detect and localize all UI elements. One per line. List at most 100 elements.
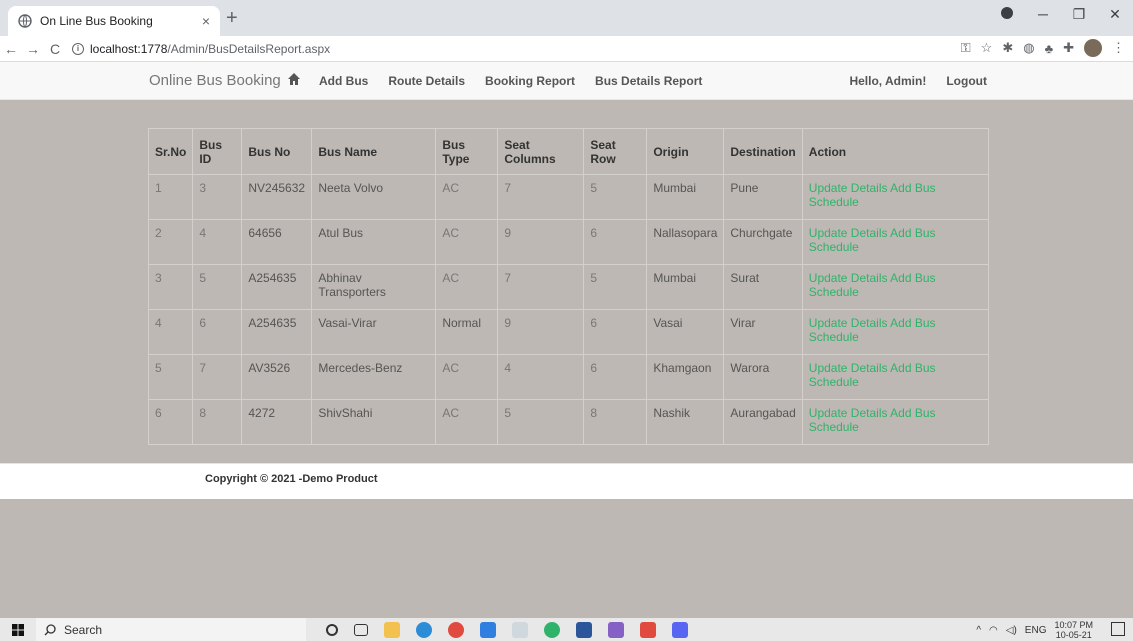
update-details-link[interactable]: Update Details <box>809 316 888 330</box>
cell-sr-no: 3 <box>147 264 194 310</box>
star-icon[interactable]: ☆ <box>981 40 993 56</box>
dropbox-icon[interactable] <box>480 621 496 638</box>
cell-bus-name: Neeta Volvo <box>311 174 437 220</box>
table-row: 1 3 NV245632 Neeta Volvo AC 7 5 Mumbai P… <box>147 174 990 220</box>
wifi-icon[interactable]: ◠ <box>989 625 998 636</box>
task-view-icon[interactable] <box>354 623 368 636</box>
cell-action: Update Details Add Bus Schedule <box>801 399 990 445</box>
taskbar-apps <box>326 621 688 638</box>
amazon-icon[interactable] <box>512 621 528 638</box>
file-explorer-icon[interactable] <box>384 621 400 638</box>
update-details-link[interactable]: Update Details <box>809 406 888 420</box>
search-label: Search <box>64 622 103 637</box>
cell-seat-columns: 7 <box>497 264 585 310</box>
clock[interactable]: 10:07 PM 10-05-21 <box>1054 620 1093 640</box>
cell-destination: Warora <box>723 354 803 400</box>
cell-bus-no: 64656 <box>241 219 313 265</box>
page-footer: Copyright © 2021 -Demo Product <box>0 463 1133 499</box>
language-indicator[interactable]: ENG <box>1025 625 1047 636</box>
edge-icon[interactable] <box>416 621 432 638</box>
cell-action: Update Details Add Bus Schedule <box>801 309 990 355</box>
git-icon[interactable] <box>640 621 656 638</box>
header-seat-columns: Seat Columns <box>497 128 585 175</box>
url-field[interactable]: i localhost:1778/Admin/BusDetailsReport.… <box>72 42 330 56</box>
bus-details-table: Sr.No Bus ID Bus No Bus Name Bus Type Se… <box>147 128 990 445</box>
cell-origin: Mumbai <box>646 264 725 310</box>
nav-add-bus[interactable]: Add Bus <box>319 74 368 88</box>
header-bus-id: Bus ID <box>192 128 243 175</box>
update-details-link[interactable]: Update Details <box>809 271 888 285</box>
word-icon[interactable] <box>576 621 592 638</box>
chevron-up-icon[interactable]: ^ <box>976 625 981 636</box>
browser-tab-bar: On Line Bus Booking × + ─ ❐ ✕ <box>0 0 1133 36</box>
update-details-link[interactable]: Update Details <box>809 226 888 240</box>
cell-seat-row: 5 <box>583 174 648 220</box>
menu-dots-icon[interactable]: ⋮ <box>1112 40 1125 56</box>
app-navbar: Online Bus Booking Add Bus Route Details… <box>0 62 1133 100</box>
nav-links: Add Bus Route Details Booking Report Bus… <box>319 74 722 88</box>
update-details-link[interactable]: Update Details <box>809 181 888 195</box>
extension-green-icon[interactable]: ♣ <box>1045 41 1054 56</box>
nav-booking-report[interactable]: Booking Report <box>485 74 575 88</box>
cell-sr-no: 4 <box>147 309 194 355</box>
windows-start-button[interactable] <box>0 618 36 641</box>
cell-destination: Virar <box>723 309 803 355</box>
url-path: /Admin/BusDetailsReport.aspx <box>167 41 331 56</box>
forward-icon[interactable]: → <box>22 41 44 57</box>
cell-origin: Khamgaon <box>646 354 725 400</box>
nav-bus-details-report[interactable]: Bus Details Report <box>595 74 702 88</box>
cell-origin: Nashik <box>646 399 725 445</box>
cortana-icon[interactable] <box>326 623 338 636</box>
header-action: Action <box>801 128 990 175</box>
cell-bus-no: AV3526 <box>241 354 313 400</box>
nav-user-area: Hello, Admin! Logout <box>829 74 987 88</box>
cell-action: Update Details Add Bus Schedule <box>801 174 990 220</box>
chrome-icon[interactable] <box>448 621 464 638</box>
extension-bug-icon[interactable]: ✱ <box>1002 40 1013 56</box>
clock-date: 10-05-21 <box>1055 630 1092 640</box>
table-row: 3 5 A254635 Abhinav Transporters AC 7 5 … <box>147 264 990 310</box>
reload-icon[interactable]: C <box>44 41 66 57</box>
cell-bus-id: 3 <box>192 174 243 220</box>
cell-bus-name: Abhinav Transporters <box>311 264 437 310</box>
info-icon[interactable]: i <box>72 42 84 55</box>
cell-seat-row: 6 <box>583 219 648 265</box>
cell-bus-id: 8 <box>192 399 243 445</box>
cell-destination: Churchgate <box>723 219 803 265</box>
profile-icon[interactable] <box>989 6 1025 22</box>
update-details-link[interactable]: Update Details <box>809 361 888 375</box>
chat-app-icon[interactable] <box>544 621 560 638</box>
cell-bus-no: A254635 <box>241 264 313 310</box>
minimize-icon[interactable]: ─ <box>1025 6 1061 22</box>
cell-seat-columns: 7 <box>497 174 585 220</box>
volume-icon[interactable]: ◁) <box>1006 625 1017 636</box>
notification-icon[interactable] <box>1111 622 1125 636</box>
cell-seat-row: 6 <box>583 309 648 355</box>
cell-seat-columns: 9 <box>497 309 585 355</box>
header-bus-name: Bus Name <box>311 128 437 175</box>
greeting-link[interactable]: Hello, Admin! <box>849 74 926 88</box>
key-icon[interactable]: ⚿ <box>961 40 971 56</box>
user-avatar[interactable] <box>1084 39 1102 57</box>
cell-seat-columns: 9 <box>497 219 585 265</box>
taskbar-search[interactable]: Search <box>36 618 306 641</box>
discord-icon[interactable] <box>672 621 688 638</box>
puzzle-icon[interactable]: ✚ <box>1063 40 1074 56</box>
cell-action: Update Details Add Bus Schedule <box>801 219 990 265</box>
back-icon[interactable]: ← <box>0 41 22 57</box>
search-icon <box>44 623 56 635</box>
close-window-icon[interactable]: ✕ <box>1097 6 1133 23</box>
extension-shield-icon[interactable]: ◍ <box>1023 40 1034 56</box>
logout-link[interactable]: Logout <box>946 74 987 88</box>
home-icon[interactable] <box>287 72 301 86</box>
cell-action: Update Details Add Bus Schedule <box>801 354 990 400</box>
browser-tab[interactable]: On Line Bus Booking × <box>8 6 220 36</box>
visual-studio-icon[interactable] <box>608 621 624 638</box>
nav-route-details[interactable]: Route Details <box>388 74 465 88</box>
new-tab-button[interactable]: + <box>226 8 238 28</box>
tab-close-icon[interactable]: × <box>202 13 210 29</box>
brand-link[interactable]: Online Bus Booking <box>149 72 281 89</box>
maximize-icon[interactable]: ❐ <box>1061 6 1097 23</box>
header-bus-no: Bus No <box>241 128 313 175</box>
address-bar: ← → C i localhost:1778/Admin/BusDetailsR… <box>0 36 1133 62</box>
